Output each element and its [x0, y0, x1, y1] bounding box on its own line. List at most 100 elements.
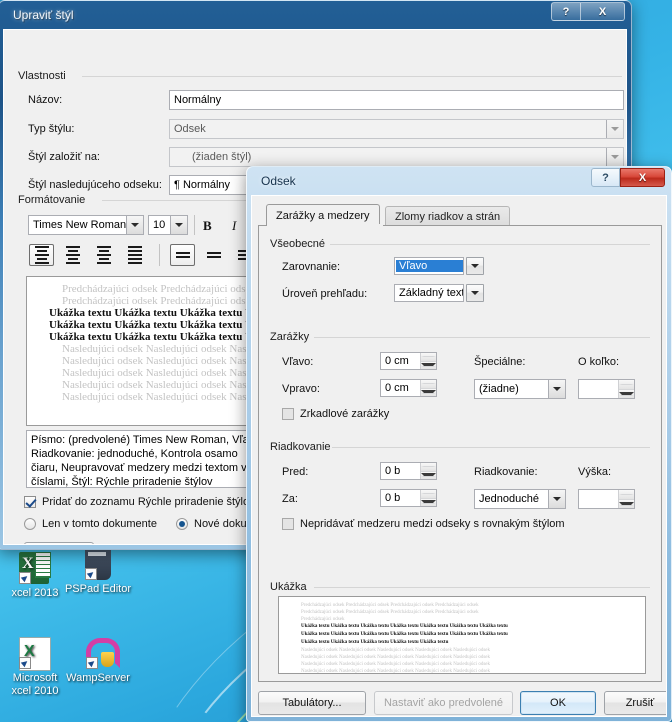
outline-level-combo[interactable]: Základný text [394, 284, 464, 302]
stepper-down-icon[interactable] [421, 471, 436, 479]
stepper-up-icon[interactable] [619, 380, 634, 390]
stepper-up-icon[interactable] [619, 490, 634, 500]
name-label: Názov: [28, 94, 63, 106]
alignment-dropdown-button[interactable] [466, 257, 484, 275]
checkbox-label: Zrkadlové zarážky [300, 408, 390, 420]
desktop-icon-wampserver[interactable]: WampServer [55, 637, 141, 685]
align-right-button[interactable] [91, 244, 116, 266]
align-justify-button[interactable] [122, 244, 147, 266]
preview-sample-text-short: Ukážka textu Ukážka textu Ukážka textu U… [301, 640, 449, 645]
stepper-down-icon[interactable] [619, 499, 634, 508]
stepper-up-icon[interactable] [421, 353, 436, 362]
stepper-buttons[interactable] [618, 380, 634, 398]
general-group-line [330, 244, 650, 245]
line-spacing-single-button[interactable] [170, 244, 195, 266]
indents-group-label: Zarážky [270, 331, 314, 343]
italic-button[interactable]: I [232, 218, 236, 234]
stepper-down-icon[interactable] [421, 498, 436, 506]
tab-zarazky-a-medzery[interactable]: Zarážky a medzery [266, 204, 380, 226]
paragraph-titlebar[interactable]: Odsek ? X [251, 167, 667, 195]
stepper-buttons[interactable] [420, 353, 436, 369]
close-button[interactable]: X [580, 2, 625, 21]
ok-button[interactable]: OK [520, 691, 596, 715]
stepper-up-icon[interactable] [421, 380, 436, 389]
line-spacing-combo[interactable]: Jednoduché [474, 489, 566, 509]
help-button[interactable]: ? [591, 168, 620, 187]
checkbox-box [282, 518, 294, 530]
space-after-label: Za: [282, 493, 298, 505]
add-to-quick-styles-checkbox[interactable]: Pridať do zoznamu Rýchle priradenie štýl… [24, 496, 255, 508]
paragraph-preview: Predchádzajúci odsek Predchádzajúci odse… [278, 596, 646, 674]
pspad-editor-icon [82, 548, 114, 580]
tabs-button[interactable]: Tabulátory... [258, 691, 366, 715]
space-before-value: 0 b [385, 465, 401, 477]
chevron-down-icon[interactable] [548, 380, 565, 398]
align-center-button[interactable] [60, 244, 85, 266]
space-after-stepper[interactable]: 0 b [380, 489, 437, 507]
stepper-buttons[interactable] [420, 380, 436, 396]
indents-group-line [314, 337, 650, 338]
style-type-combo[interactable]: Odsek [169, 119, 624, 139]
at-value [579, 490, 618, 508]
align-left-button[interactable] [29, 244, 54, 266]
checkbox-label: Pridať do zoznamu Rýchle priradenie štýl… [42, 496, 255, 508]
stepper-down-icon[interactable] [619, 389, 634, 398]
format-button[interactable]: Formát ▾ [24, 542, 94, 544]
alignment-value: Vľavo [396, 260, 463, 272]
at-label: Výška: [578, 466, 612, 478]
tabs-button-label: Tabulátory... [282, 697, 342, 709]
alignment-combo[interactable]: Vľavo [394, 257, 464, 275]
mirror-indents-checkbox[interactable]: Zrkadlové zarážky [282, 408, 389, 420]
stepper-up-icon[interactable] [421, 490, 436, 499]
outline-dropdown-button[interactable] [466, 284, 484, 302]
next-style-label: Štýl nasledujúceho odseku: [28, 179, 162, 191]
excel-2013-icon [19, 552, 51, 584]
paragraph-dialog: Odsek ? X Zarážky a medzery Zlomy riadko… [246, 166, 672, 722]
font-family-value: Times New Roman [33, 219, 126, 231]
preview-group-label: Ukážka [270, 581, 311, 593]
close-button[interactable]: X [620, 168, 665, 187]
stepper-down-icon[interactable] [421, 361, 436, 369]
stepper-buttons[interactable] [618, 490, 634, 508]
font-size-combo[interactable]: 10 [148, 215, 188, 235]
based-on-combo[interactable]: (žiaden štýl) [169, 147, 624, 167]
bold-button[interactable]: B [203, 218, 212, 234]
indent-left-stepper[interactable]: 0 cm [380, 352, 437, 370]
line-spacing-1-5-button[interactable] [201, 244, 226, 266]
radio-this-document[interactable]: Len v tomto dokumente [24, 518, 157, 530]
stepper-buttons[interactable] [420, 463, 436, 479]
indent-right-stepper[interactable]: 0 cm [380, 379, 437, 397]
name-input[interactable]: Normálny [169, 90, 624, 110]
stepper-buttons[interactable] [420, 490, 436, 506]
desktop-icon-pspad-editor[interactable]: PSPad Editor [55, 548, 141, 596]
radio-circle [24, 518, 36, 530]
edit-style-title: Upraviť štýl [13, 8, 74, 22]
indent-left-label: Vľavo: [282, 356, 314, 368]
wampserver-icon [82, 637, 120, 669]
font-size-value: 10 [153, 219, 166, 231]
chevron-down-icon[interactable] [606, 148, 623, 166]
stepper-up-icon[interactable] [421, 463, 436, 472]
no-space-same-style-checkbox[interactable]: Nepridávať medzeru medzi odseky s rovnak… [282, 518, 565, 530]
based-on-value: (žiaden štýl) [192, 151, 252, 163]
chevron-down-icon[interactable] [170, 216, 187, 234]
chevron-down-icon[interactable] [548, 490, 565, 508]
checkbox-label: Nepridávať medzeru medzi odseky s rovnak… [300, 518, 565, 530]
font-family-combo[interactable]: Times New Roman [28, 215, 144, 235]
edit-style-titlebar[interactable]: Upraviť štýl ? X [3, 1, 627, 29]
chevron-down-icon[interactable] [606, 120, 623, 138]
cancel-button[interactable]: Zrušiť [604, 691, 666, 715]
toolbar-separator-2 [159, 244, 160, 266]
at-stepper[interactable] [578, 489, 635, 509]
help-button[interactable]: ? [551, 2, 580, 21]
space-before-stepper[interactable]: 0 b [380, 462, 437, 480]
tab-zlomy-riadkov-a-stran[interactable]: Zlomy riadkov a strán [385, 206, 511, 226]
indent-right-value: 0 cm [385, 382, 409, 394]
chevron-down-icon[interactable] [126, 216, 143, 234]
line-spacing-label: Riadkovanie: [474, 466, 538, 478]
special-combo[interactable]: (žiadne) [474, 379, 566, 399]
set-as-default-button[interactable]: Nastaviť ako predvolené [374, 691, 513, 715]
stepper-down-icon[interactable] [421, 388, 436, 396]
ok-button-label: OK [550, 697, 566, 709]
by-how-much-stepper[interactable] [578, 379, 635, 399]
